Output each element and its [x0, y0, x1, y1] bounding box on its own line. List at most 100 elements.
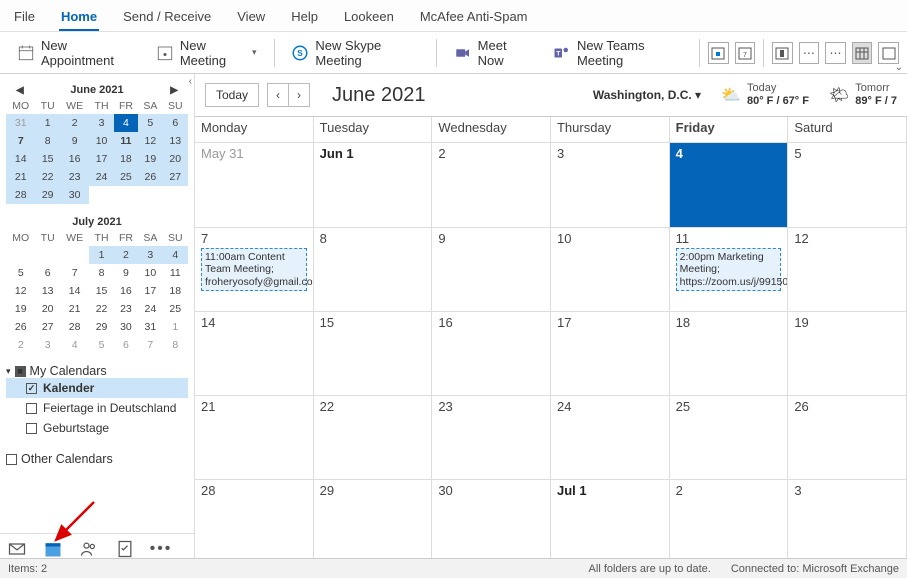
mini-cal-title-2: July 2021 — [72, 216, 122, 228]
mail-icon[interactable] — [6, 538, 28, 560]
day-cell[interactable]: 16 — [432, 312, 551, 396]
status-items: Items: 2 — [8, 563, 47, 575]
day-cell[interactable]: 19 — [788, 312, 907, 396]
day-cell[interactable]: 22 — [314, 396, 433, 480]
day-cell[interactable]: 30 — [432, 480, 551, 564]
weather-sunny-icon: ⛅ — [721, 86, 741, 105]
day-cell[interactable]: 9 — [432, 228, 551, 312]
new-teams-meeting-button[interactable]: T New Teams Meeting — [544, 32, 691, 74]
my-calendars-checkbox[interactable]: ■ — [15, 366, 26, 377]
today-button[interactable]: Today — [205, 83, 259, 107]
new-appointment-label: New Appointment — [41, 38, 132, 68]
next-period-icon[interactable]: › — [289, 84, 309, 106]
day-cell[interactable]: 5 — [788, 143, 907, 227]
day-cell[interactable]: 8 — [314, 228, 433, 312]
view-next7-icon[interactable]: 7 — [735, 42, 756, 64]
mini-calendar-june: ◀ June 2021 ▶ MOTUWETHFRSASU 31123456 78… — [6, 82, 188, 204]
prev-month-icon[interactable]: ◀ — [16, 85, 24, 96]
view-today-icon[interactable] — [708, 42, 729, 64]
tab-lookeen[interactable]: Lookeen — [342, 4, 396, 31]
day-cell[interactable]: 10 — [551, 228, 670, 312]
checkbox-icon[interactable] — [6, 454, 17, 465]
new-meeting-label: New Meeting — [180, 38, 246, 68]
ribbon: New Appointment New Meeting ▾ S New Skyp… — [0, 32, 907, 74]
calendar-plus-icon — [17, 44, 35, 62]
view-week-icon[interactable]: ⋯ — [825, 42, 846, 64]
meet-now-button[interactable]: Meet Now — [445, 32, 538, 74]
tab-help[interactable]: Help — [289, 4, 320, 31]
people-icon[interactable] — [78, 538, 100, 560]
day-cell[interactable]: 21 — [195, 396, 314, 480]
dayheader-mon: Monday — [195, 117, 314, 143]
tab-file[interactable]: File — [12, 4, 37, 31]
other-calendars-header[interactable]: Other Calendars — [6, 452, 188, 466]
meet-now-label: Meet Now — [478, 38, 529, 68]
day-cell[interactable]: 28 — [195, 480, 314, 564]
day-cell[interactable]: 17 — [551, 312, 670, 396]
other-calendars-label: Other Calendars — [21, 452, 113, 466]
location-selector[interactable]: Washington, D.C. ▾ — [593, 88, 701, 102]
tasks-icon[interactable] — [114, 538, 136, 560]
day-cell[interactable]: 24 — [551, 396, 670, 480]
day-cell[interactable]: 3 — [788, 480, 907, 564]
chevron-down-icon[interactable]: ▾ — [252, 47, 257, 58]
day-cell[interactable]: 2 — [432, 143, 551, 227]
day-cell[interactable]: 2 — [670, 480, 789, 564]
calendar-item-feiertage[interactable]: Feiertage in Deutschland — [6, 398, 188, 418]
new-skype-meeting-button[interactable]: S New Skype Meeting — [282, 32, 427, 74]
skype-icon: S — [291, 44, 309, 62]
new-appointment-button[interactable]: New Appointment — [8, 32, 141, 74]
day-cell[interactable]: 15 — [314, 312, 433, 396]
status-uptodate: All folders are up to date. — [589, 563, 711, 575]
day-cell[interactable]: 23 — [432, 396, 551, 480]
day-cell[interactable]: 11 2:00pm Marketing Meeting; https://zoo… — [670, 228, 789, 312]
dayheader-wed: Wednesday — [432, 117, 551, 143]
day-cell[interactable]: 12 — [788, 228, 907, 312]
calendar-event[interactable]: 2:00pm Marketing Meeting; https://zoom.u… — [676, 248, 782, 292]
view-schedule-icon[interactable] — [878, 42, 899, 64]
next-month-icon[interactable]: ▶ — [170, 85, 178, 96]
day-cell[interactable]: Jul 1 — [551, 480, 670, 564]
checkbox-icon[interactable] — [26, 403, 37, 414]
day-cell[interactable]: Jun 1 — [314, 143, 433, 227]
view-day-icon[interactable] — [772, 42, 793, 64]
day-cell[interactable]: 29 — [314, 480, 433, 564]
day-cell-today[interactable]: 4 — [670, 143, 789, 227]
page-title: June 2021 — [332, 84, 425, 107]
prev-period-icon[interactable]: ‹ — [268, 84, 289, 106]
day-cell[interactable]: 26 — [788, 396, 907, 480]
weather-today[interactable]: ⛅ Today80° F / 67° F — [721, 82, 809, 108]
new-meeting-button[interactable]: New Meeting ▾ — [147, 32, 266, 74]
calendar-nav-icon[interactable] — [42, 538, 64, 560]
day-cell[interactable]: May 31 — [195, 143, 314, 227]
month-grid: Monday Tuesday Wednesday Thursday Friday… — [195, 116, 907, 564]
day-cell[interactable]: 3 — [551, 143, 670, 227]
collapse-sidebar-icon[interactable]: ‹ — [189, 76, 192, 87]
collapse-ribbon-icon[interactable]: ⌄ — [895, 62, 903, 73]
new-teams-meeting-label: New Teams Meeting — [577, 38, 682, 68]
day-cell[interactable]: 14 — [195, 312, 314, 396]
view-month-icon[interactable] — [852, 42, 873, 64]
main-tabs: File Home Send / Receive View Help Looke… — [0, 0, 907, 32]
status-bar: Items: 2 All folders are up to date. Con… — [0, 558, 907, 578]
checkbox-checked-icon[interactable]: ✓ — [26, 383, 37, 394]
my-calendars-header[interactable]: ▾ ■ My Calendars — [6, 364, 188, 378]
checkbox-icon[interactable] — [26, 423, 37, 434]
tab-send-receive[interactable]: Send / Receive — [121, 4, 213, 31]
calendar-item-kalender[interactable]: ✓ Kalender — [6, 378, 188, 398]
calendar-event[interactable]: 11:00am Content Team Meeting; froheryoso… — [201, 248, 307, 292]
more-icon[interactable]: ••• — [150, 538, 172, 560]
dayheader-sat: Saturd — [788, 117, 907, 143]
mini-calendar-july: July 2021 MOTUWETHFRSASU 1234 567891011 … — [6, 214, 188, 354]
tab-mcafee[interactable]: McAfee Anti-Spam — [418, 4, 530, 31]
day-cell[interactable]: 18 — [670, 312, 789, 396]
tab-home[interactable]: Home — [59, 4, 99, 31]
camera-icon — [454, 44, 472, 62]
tab-view[interactable]: View — [235, 4, 267, 31]
day-cell[interactable]: 25 — [670, 396, 789, 480]
day-cell[interactable]: 7 11:00am Content Team Meeting; froheryo… — [195, 228, 314, 312]
view-workweek-icon[interactable]: ⋯ — [799, 42, 820, 64]
calendar-item-geburtstage[interactable]: Geburtstage — [6, 418, 188, 438]
weather-tomorrow[interactable]: 🌤 Tomorr89° F / 7 — [829, 82, 897, 108]
svg-text:S: S — [298, 49, 304, 58]
